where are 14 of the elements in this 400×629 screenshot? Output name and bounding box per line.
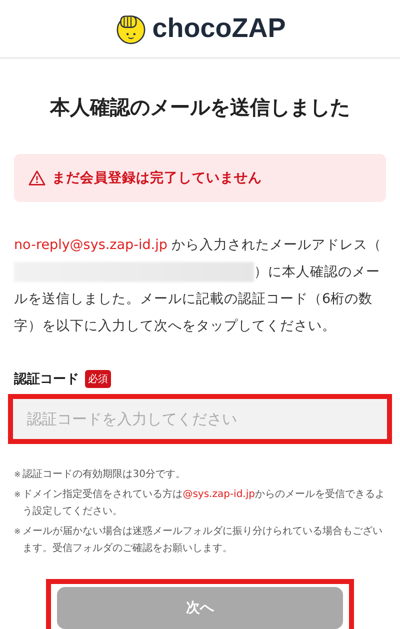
- warning-icon: [28, 170, 46, 186]
- logo-text: chocoZAP: [152, 13, 286, 44]
- page-title: 本人確認のメールを送信しました: [48, 94, 351, 120]
- code-input-field[interactable]: 認証コードを入力してください: [13, 399, 387, 439]
- note-mark: ※: [14, 489, 21, 501]
- note-text: ドメイン指定受信をされている方は@sys.zap-id.jpからのメールを受信できるよう設定してください。: [22, 488, 386, 519]
- note-text: メールが届かない場合は迷惑メールフォルダに振り分けられている場合もございます。受信フォルダのご確認をお願いします。: [22, 524, 384, 556]
- alert-message: まだ会員登録は完了していません: [52, 169, 262, 187]
- required-badge: 必須: [85, 370, 111, 388]
- note-text: 認証コードの有効期限は30分です。: [22, 468, 186, 482]
- note-mark: ※: [14, 469, 21, 481]
- note-mark: ※: [14, 526, 21, 538]
- field-label: 認証コード: [14, 371, 79, 388]
- intro-paragraph: no-reply@sys.zap-id.jp から入力されたメールアドレス（ ）に本人確認のメールを送信しました。メールに記載の認証コード（6桁の数字）を以下に入力して次へをタップしてください。: [14, 236, 383, 336]
